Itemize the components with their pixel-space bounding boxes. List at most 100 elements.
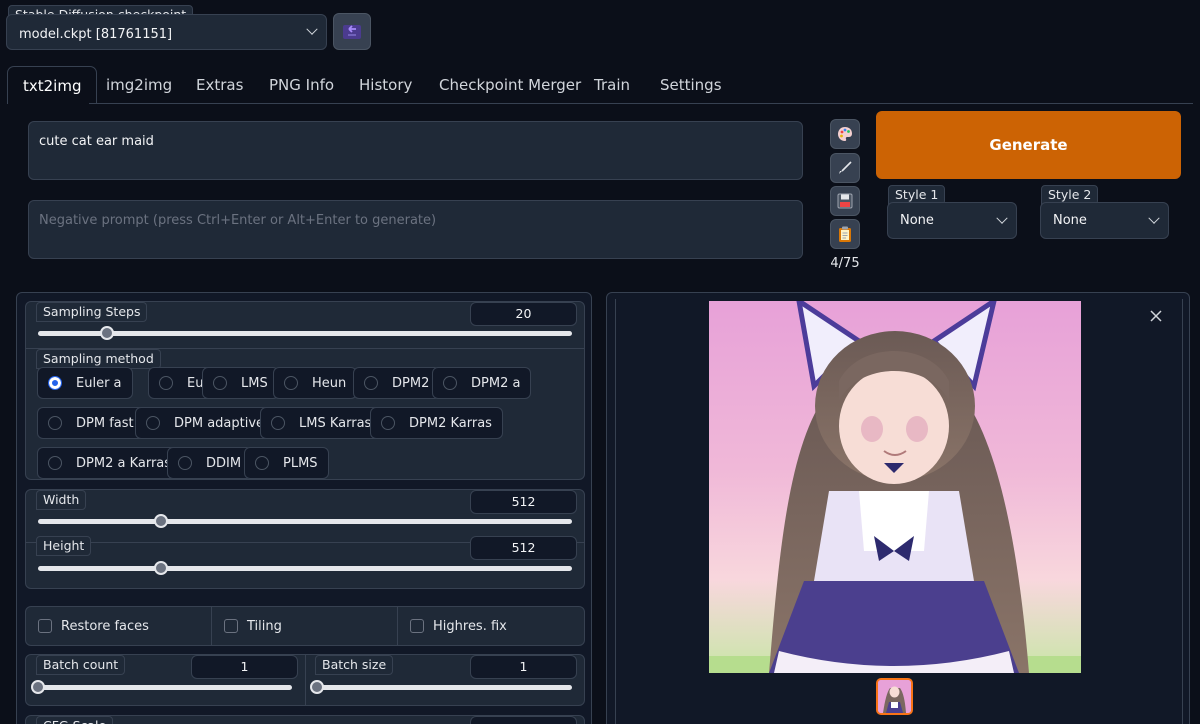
- tab-png-info[interactable]: PNG Info: [269, 66, 334, 104]
- radio-lms[interactable]: LMS: [202, 367, 279, 399]
- divider: [305, 655, 306, 705]
- checkpoint-dropdown[interactable]: model.ckpt [81761151]: [6, 14, 327, 50]
- style1-value: None: [900, 213, 934, 228]
- radio-indicator: [48, 416, 62, 430]
- radio-indicator: [159, 376, 173, 390]
- gallery-panel: [606, 292, 1190, 724]
- checkbox-box: [224, 619, 238, 633]
- deepbooru-button[interactable]: [830, 153, 860, 183]
- gallery-thumbnail[interactable]: [876, 678, 913, 715]
- prompt-input[interactable]: cute cat ear maid: [28, 121, 803, 180]
- cfg-scale-input[interactable]: [470, 716, 577, 724]
- radio-ddim[interactable]: DDIM: [167, 447, 253, 479]
- batch-size-input[interactable]: 1: [470, 655, 577, 679]
- checkpoint-value: model.ckpt [81761151]: [19, 26, 173, 42]
- width-input[interactable]: 512: [470, 490, 577, 514]
- slider-thumb[interactable]: [310, 680, 324, 694]
- tab-history[interactable]: History: [359, 66, 412, 104]
- radio-euler-a[interactable]: Euler a: [37, 367, 133, 399]
- checkbox-label: Highres. fix: [433, 618, 507, 634]
- style2-value: None: [1053, 213, 1087, 228]
- slider-thumb[interactable]: [153, 514, 168, 528]
- checkbox-label: Restore faces: [61, 618, 149, 634]
- batch-count-slider[interactable]: [31, 680, 292, 694]
- radio-label: PLMS: [283, 455, 318, 471]
- tiling-checkbox[interactable]: Tiling: [212, 607, 398, 645]
- save-style-button[interactable]: [830, 186, 860, 216]
- radio-dpm2-a[interactable]: DPM2 a: [432, 367, 532, 399]
- tab-img2img[interactable]: img2img: [106, 66, 172, 104]
- apply-style-button[interactable]: [830, 219, 860, 249]
- radio-indicator: [178, 456, 192, 470]
- height-slider[interactable]: [38, 561, 572, 575]
- generated-image[interactable]: [709, 301, 1081, 673]
- tab-train[interactable]: Train: [594, 66, 630, 104]
- radio-label: DDIM: [206, 455, 242, 471]
- radio-label: DPM fast: [76, 415, 134, 431]
- palette-icon: [838, 127, 852, 141]
- checkbox-box: [410, 619, 424, 633]
- radio-label: DPM adaptive: [174, 415, 265, 431]
- width-slider[interactable]: [38, 514, 572, 528]
- slider-thumb[interactable]: [31, 680, 45, 694]
- slider-thumb[interactable]: [153, 561, 168, 575]
- dimensions-section: Width 512 Height 512: [25, 489, 585, 589]
- sampling-steps-slider[interactable]: [38, 326, 572, 340]
- radio-label: Heun: [312, 375, 347, 391]
- batch-size-slider[interactable]: [310, 680, 572, 694]
- checkbox-label: Tiling: [247, 618, 282, 634]
- radio-label: Euler a: [76, 375, 122, 391]
- settings-column: Sampling Steps 20 Sampling method Euler …: [16, 292, 592, 724]
- negative-prompt-input[interactable]: Negative prompt (press Ctrl+Enter or Alt…: [28, 200, 803, 259]
- height-input[interactable]: 512: [470, 536, 577, 560]
- radio-lms-karras[interactable]: LMS Karras: [260, 407, 383, 439]
- sampling-method-label: Sampling method: [36, 349, 161, 369]
- batch-section: Batch count 1 Batch size 1: [25, 654, 585, 706]
- tab-checkpoint-merger[interactable]: Checkpoint Merger: [439, 66, 581, 104]
- sampling-steps-label: Sampling Steps: [36, 302, 148, 322]
- chevron-down-icon: [306, 23, 318, 35]
- highres-fix-checkbox[interactable]: Highres. fix: [398, 607, 584, 645]
- sampling-section: Sampling Steps 20 Sampling method Euler …: [25, 301, 585, 480]
- sampling-steps-input[interactable]: 20: [470, 302, 577, 326]
- radio-indicator: [48, 376, 62, 390]
- interrogate-button[interactable]: [830, 119, 860, 149]
- style2-dropdown[interactable]: None: [1040, 202, 1169, 239]
- batch-count-label: Batch count: [36, 655, 126, 675]
- tab-txt2img[interactable]: txt2img: [7, 66, 98, 104]
- radio-indicator: [213, 376, 227, 390]
- slider-thumb[interactable]: [100, 326, 115, 340]
- generate-button[interactable]: Generate: [876, 111, 1181, 179]
- radio-dpm2-karras[interactable]: DPM2 Karras: [370, 407, 503, 439]
- radio-dpm-fast[interactable]: DPM fast: [37, 407, 145, 439]
- clipboard-icon: [839, 226, 851, 242]
- radio-heun[interactable]: Heun: [273, 367, 358, 399]
- tab-divider: [89, 103, 1193, 104]
- token-counter: 4/75: [830, 256, 860, 271]
- chevron-down-icon: [996, 212, 1008, 224]
- brush-icon: [839, 161, 852, 174]
- save-icon: [837, 193, 853, 209]
- radio-label: DPM2: [392, 375, 430, 391]
- tab-extras[interactable]: Extras: [196, 66, 243, 104]
- batch-count-input[interactable]: 1: [191, 655, 298, 679]
- radio-indicator: [284, 376, 298, 390]
- radio-indicator: [381, 416, 395, 430]
- radio-dpm2[interactable]: DPM2: [353, 367, 441, 399]
- radio-label: DPM2 Karras: [409, 415, 492, 431]
- style1-dropdown[interactable]: None: [887, 202, 1017, 239]
- radio-dpm-adaptive[interactable]: DPM adaptive: [135, 407, 276, 439]
- radio-indicator: [271, 416, 285, 430]
- radio-plms[interactable]: PLMS: [244, 447, 329, 479]
- checkpoint-group: Stable Diffusion checkpoint model.ckpt […: [6, 5, 328, 50]
- radio-label: DPM2 a: [471, 375, 521, 391]
- tab-bar: txt2img img2img Extras PNG Info History …: [7, 66, 1193, 104]
- restore-faces-checkbox[interactable]: Restore faces: [26, 607, 212, 645]
- batch-size-label: Batch size: [315, 655, 394, 675]
- refresh-icon: [343, 24, 361, 39]
- refresh-button[interactable]: [333, 13, 371, 50]
- tab-settings[interactable]: Settings: [660, 66, 722, 104]
- radio-dpm2-a-karras[interactable]: DPM2 a Karras: [37, 447, 183, 479]
- radio-indicator: [48, 456, 62, 470]
- close-icon[interactable]: [1147, 307, 1165, 325]
